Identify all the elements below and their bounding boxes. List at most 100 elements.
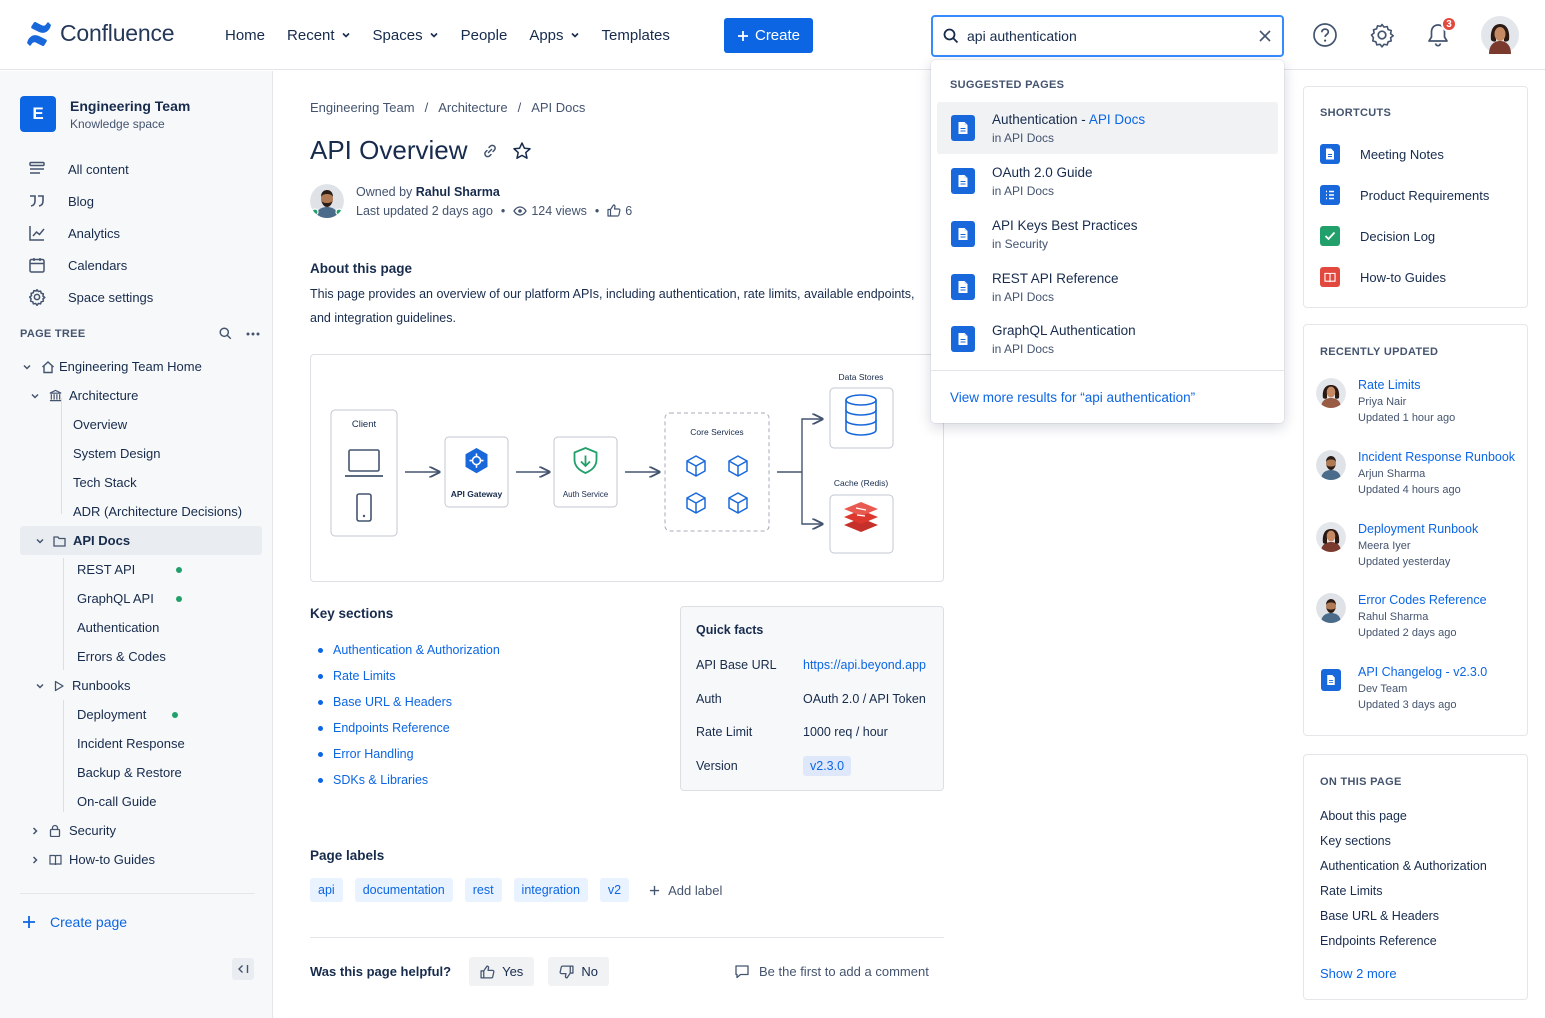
search-box[interactable] xyxy=(931,15,1284,57)
notifications-button[interactable]: 3 xyxy=(1423,16,1457,50)
sidebar-item-space-settings[interactable]: Space settings xyxy=(28,281,153,313)
sidebar-item-label: Space settings xyxy=(68,289,154,305)
chevron-down-icon xyxy=(36,538,44,544)
key-section-link[interactable]: SDKs & Libraries xyxy=(318,767,500,793)
user-avatar[interactable] xyxy=(1481,16,1519,54)
tree-item-label: Deployment xyxy=(77,707,147,722)
show-more-link[interactable]: Show 2 more xyxy=(1320,966,1397,981)
owner-avatar[interactable] xyxy=(310,184,344,218)
key-section-link[interactable]: Rate Limits xyxy=(318,663,500,689)
search-result-item[interactable]: REST API Reference in API Docs xyxy=(937,261,1278,313)
search-input[interactable] xyxy=(967,28,1258,44)
tree-item-engineering-team-home[interactable]: Engineering Team Home xyxy=(0,352,273,381)
help-button[interactable] xyxy=(1310,20,1340,50)
star-icon[interactable] xyxy=(512,141,532,161)
recent-item[interactable]: Deployment Runbook Meera Iyer Updated ye… xyxy=(1316,522,1478,568)
owned-by-label: Owned by xyxy=(356,184,413,199)
view-more-results-link[interactable]: View more results for “api authenticatio… xyxy=(950,390,1195,405)
tree-item-errors-codes[interactable]: Errors & Codes xyxy=(0,642,273,671)
base-url-link[interactable]: https://api.beyond.app xyxy=(803,658,926,672)
recent-item[interactable]: API Changelog - v2.3.0 Dev Team Updated … xyxy=(1316,665,1487,711)
tree-item-how-to-guides[interactable]: How-to Guides xyxy=(0,845,273,874)
create-page-button[interactable]: Create page xyxy=(22,914,127,930)
key-section-link[interactable]: Error Handling xyxy=(318,741,500,767)
search-result-item[interactable]: GraphQL Authentication in API Docs xyxy=(937,313,1278,365)
tree-item-runbooks[interactable]: Runbooks xyxy=(0,671,273,700)
tree-item-tech-stack[interactable]: Tech Stack xyxy=(0,468,273,497)
key-section-link[interactable]: Endpoints Reference xyxy=(318,715,500,741)
tree-item-graphql-api[interactable]: GraphQL API xyxy=(0,584,273,613)
key-section-link[interactable]: Authentication & Authorization xyxy=(318,637,500,663)
tree-item-security[interactable]: Security xyxy=(0,816,273,845)
confluence-logo[interactable]: Confluence xyxy=(26,20,175,47)
add-comment-link[interactable]: Be the first to add a comment xyxy=(734,964,929,979)
tree-item-on-call-guide[interactable]: On-call Guide xyxy=(0,787,273,816)
recent-item[interactable]: Rate Limits Priya Nair Updated 1 hour ag… xyxy=(1316,378,1455,424)
shortcut-product-requirements[interactable]: Product Requirements xyxy=(1320,185,1489,205)
nav-apps[interactable]: Apps xyxy=(518,17,590,53)
recent-item[interactable]: Incident Response Runbook Arjun Sharma U… xyxy=(1316,450,1515,496)
recent-item[interactable]: Error Codes Reference Rahul Sharma Updat… xyxy=(1316,593,1487,639)
cache-label: Cache (Redis) xyxy=(834,478,888,488)
label-tag[interactable]: documentation xyxy=(354,878,453,902)
create-button[interactable]: Create xyxy=(724,18,813,53)
label-tag[interactable]: api xyxy=(310,878,343,902)
label-tag[interactable]: v2 xyxy=(599,878,630,902)
result-location: in Security xyxy=(992,236,1049,251)
clear-search-icon[interactable] xyxy=(1258,29,1272,43)
chevron-down-icon xyxy=(36,683,44,689)
tree-item-architecture[interactable]: Architecture xyxy=(0,381,273,410)
tree-item-authentication[interactable]: Authentication xyxy=(0,613,273,642)
tree-item-deployment[interactable]: Deployment xyxy=(0,700,273,729)
yes-button[interactable]: Yes xyxy=(469,957,535,986)
key-section-link[interactable]: Base URL & Headers xyxy=(318,689,500,715)
toc-link[interactable]: Base URL & Headers xyxy=(1320,909,1439,923)
primary-nav: Home Recent Spaces People Apps Templates xyxy=(214,0,681,70)
sidebar-item-calendars[interactable]: Calendars xyxy=(28,249,153,281)
sidebar-item-label: Analytics xyxy=(68,225,121,241)
tree-item-adr[interactable]: ADR (Architecture Decisions) xyxy=(0,497,273,526)
collapse-sidebar-button[interactable] xyxy=(232,958,254,980)
sidebar-item-blog[interactable]: Blog xyxy=(28,185,153,217)
search-result-item[interactable]: API Keys Best Practices in Security xyxy=(937,208,1278,260)
label-tag[interactable]: rest xyxy=(464,878,502,902)
space-icon: E xyxy=(20,96,56,132)
settings-button[interactable] xyxy=(1367,20,1397,50)
tree-item-backup-restore[interactable]: Backup & Restore xyxy=(0,758,273,787)
breadcrumb-item[interactable]: Engineering Team xyxy=(310,100,415,115)
sidebar-item-analytics[interactable]: Analytics xyxy=(28,217,153,249)
more-options-icon[interactable] xyxy=(246,332,260,336)
tree-item-overview[interactable]: Overview xyxy=(0,410,273,439)
toc-link[interactable]: Key sections xyxy=(1320,834,1391,848)
sidebar-item-all-content[interactable]: All content xyxy=(28,153,153,185)
thumbs-up-icon[interactable] xyxy=(607,204,621,217)
nav-recent[interactable]: Recent xyxy=(276,17,362,53)
owner-name[interactable]: Rahul Sharma xyxy=(416,185,500,199)
search-result-item[interactable]: OAuth 2.0 Guide in API Docs xyxy=(937,155,1278,207)
toc-link[interactable]: Authentication & Authorization xyxy=(1320,859,1487,873)
shortcut-meeting-notes[interactable]: Meeting Notes xyxy=(1320,144,1444,164)
no-button[interactable]: No xyxy=(548,957,609,986)
add-label-button[interactable]: Add label xyxy=(649,883,722,898)
toc-link[interactable]: Endpoints Reference xyxy=(1320,934,1437,948)
tree-item-rest-api[interactable]: REST API xyxy=(0,555,273,584)
space-header[interactable]: E Engineering Team Knowledge space xyxy=(20,96,190,132)
link-icon[interactable] xyxy=(482,143,498,159)
label-tag[interactable]: integration xyxy=(513,878,588,902)
nav-home[interactable]: Home xyxy=(214,17,276,53)
search-icon[interactable] xyxy=(219,327,232,340)
chart-icon xyxy=(29,226,45,241)
nav-templates[interactable]: Templates xyxy=(591,17,681,53)
breadcrumb-item[interactable]: API Docs xyxy=(531,100,585,115)
search-result-item[interactable]: Authentication - API Docs in API Docs xyxy=(937,102,1278,154)
nav-people[interactable]: People xyxy=(450,17,519,53)
tree-item-api-docs[interactable]: API Docs xyxy=(20,526,262,555)
nav-spaces[interactable]: Spaces xyxy=(362,17,450,53)
shortcut-how-to-guides[interactable]: How-to Guides xyxy=(1320,267,1446,287)
tree-item-system-design[interactable]: System Design xyxy=(0,439,273,468)
toc-link[interactable]: About this page xyxy=(1320,809,1407,823)
toc-link[interactable]: Rate Limits xyxy=(1320,884,1383,898)
breadcrumb-item[interactable]: Architecture xyxy=(438,100,507,115)
shortcut-decision-log[interactable]: Decision Log xyxy=(1320,226,1435,246)
tree-item-incident-response[interactable]: Incident Response xyxy=(0,729,273,758)
